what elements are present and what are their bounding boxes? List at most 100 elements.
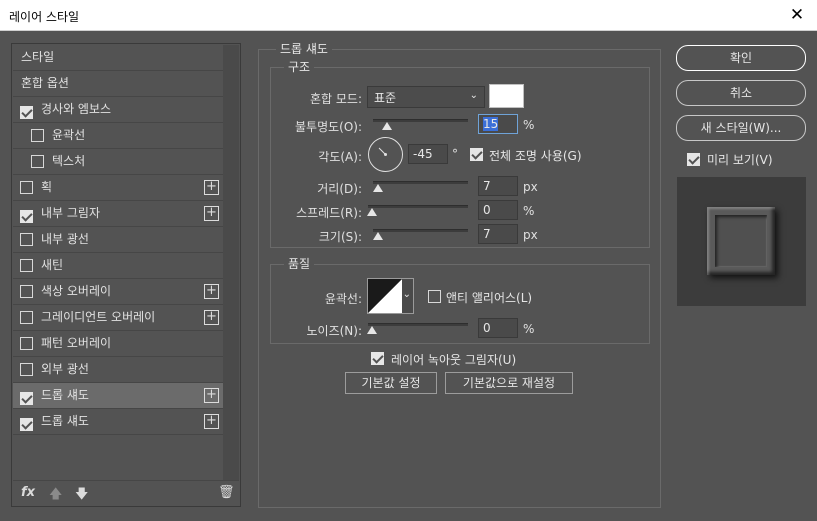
add-icon[interactable]: + — [204, 414, 219, 429]
size-unit: px — [523, 228, 538, 242]
spread-unit: % — [523, 204, 535, 218]
preview-swatch — [707, 207, 775, 275]
size-input[interactable]: 7 — [478, 224, 518, 244]
opacity-input[interactable]: 15 — [478, 114, 518, 134]
angle-input[interactable]: -45 — [408, 144, 448, 164]
styles-scrollbar[interactable] — [223, 45, 239, 480]
style-item-checkbox[interactable] — [20, 418, 33, 431]
opacity-unit: % — [523, 118, 535, 132]
distance-input[interactable]: 7 — [478, 176, 518, 196]
styles-list: 스타일혼합 옵션경사와 엠보스윤곽선텍스처획 + 내부 그림자 + 내부 광선새틴색상 … — [13, 45, 223, 435]
style-item[interactable]: 색상 오버레이 + — [13, 279, 223, 305]
ok-button[interactable]: 확인 — [676, 45, 806, 71]
style-item[interactable]: 텍스처 — [13, 149, 223, 175]
contour-picker[interactable]: ⌄ — [367, 278, 414, 314]
style-item-checkbox[interactable] — [20, 106, 33, 119]
move-down-icon[interactable]: 🡇 — [75, 485, 88, 507]
move-up-icon[interactable]: 🡅 — [49, 485, 62, 507]
spread-label: 스프레드(R): — [296, 206, 362, 220]
style-item-checkbox[interactable] — [31, 129, 44, 142]
structure-legend: 구조 — [284, 58, 315, 75]
style-item[interactable]: 윤곽선 — [13, 123, 223, 149]
angle-unit: ° — [452, 147, 458, 161]
knockout-label[interactable]: 레이어 녹아웃 그림자(U) — [391, 351, 516, 368]
style-item-label: 경사와 엠보스 — [41, 102, 112, 116]
style-item-checkbox[interactable] — [20, 285, 33, 298]
section-title: 드롭 섀도 — [276, 40, 332, 57]
styles-panel: 스타일혼합 옵션경사와 엠보스윤곽선텍스처획 + 내부 그림자 + 내부 광선새틴색상 … — [11, 43, 241, 507]
blend-mode-select[interactable]: 표준 ⌄ — [367, 86, 485, 108]
style-item-label: 드롭 섀도 — [41, 414, 89, 428]
style-item-checkbox[interactable] — [20, 181, 33, 194]
spread-slider[interactable] — [368, 205, 468, 208]
style-item[interactable]: 새틴 — [13, 253, 223, 279]
angle-dial[interactable] — [368, 137, 403, 172]
style-item-label: 스타일 — [21, 50, 55, 64]
style-item[interactable]: 외부 광선 — [13, 357, 223, 383]
style-item-checkbox[interactable] — [20, 363, 33, 376]
style-item-label: 윤곽선 — [52, 128, 86, 142]
shadow-color-swatch[interactable] — [489, 84, 524, 108]
style-item-label: 혼합 옵션 — [21, 76, 69, 90]
make-default-button[interactable]: 기본값 설정 — [345, 372, 437, 394]
fx-icon[interactable]: fx — [21, 485, 35, 500]
style-item-checkbox[interactable] — [20, 210, 33, 223]
opacity-label: 불투명도(O): — [294, 120, 362, 134]
style-item-label: 외부 광선 — [41, 362, 89, 376]
blend-mode-value: 표준 — [374, 91, 397, 105]
size-label: 크기(S): — [318, 230, 362, 244]
chevron-down-icon: ⌄ — [469, 90, 478, 101]
add-icon[interactable]: + — [204, 388, 219, 403]
style-item-checkbox[interactable] — [20, 233, 33, 246]
noise-slider-thumb[interactable] — [367, 326, 377, 334]
preview-label[interactable]: 미리 보기(V) — [707, 151, 773, 168]
new-style-button[interactable]: 새 스타일(W)... — [676, 115, 806, 141]
style-item[interactable]: 획 + — [13, 175, 223, 201]
noise-label: 노이즈(N): — [306, 324, 362, 338]
style-item[interactable]: 패턴 오버레이 — [13, 331, 223, 357]
blend-mode-label: 혼합 모드: — [309, 92, 362, 106]
preview-checkbox[interactable] — [687, 153, 700, 166]
add-icon[interactable]: + — [204, 284, 219, 299]
noise-input[interactable]: 0 — [478, 318, 518, 338]
style-item-label: 텍스처 — [52, 154, 86, 168]
preview-inner — [715, 215, 767, 267]
style-item[interactable]: 그레이디언트 오버레이 + — [13, 305, 223, 331]
style-item-checkbox[interactable] — [31, 155, 44, 168]
antialias-checkbox[interactable] — [428, 290, 441, 303]
style-preview — [677, 177, 806, 306]
distance-slider-thumb[interactable] — [373, 184, 383, 192]
add-icon[interactable]: + — [204, 180, 219, 195]
noise-slider[interactable] — [368, 323, 468, 326]
style-item-checkbox[interactable] — [20, 311, 33, 324]
style-item[interactable]: 스타일 — [13, 45, 223, 71]
style-item-checkbox[interactable] — [20, 259, 33, 272]
opacity-slider-thumb[interactable] — [382, 122, 393, 130]
style-item[interactable]: 혼합 옵션 — [13, 71, 223, 97]
trash-icon[interactable]: 🗑 — [218, 485, 235, 500]
spread-input[interactable]: 0 — [478, 200, 518, 220]
style-item[interactable]: 드롭 섀도 + — [13, 383, 223, 409]
global-light-label[interactable]: 전체 조명 사용(G) — [489, 147, 582, 164]
distance-unit: px — [523, 180, 538, 194]
global-light-checkbox[interactable] — [470, 148, 483, 161]
noise-unit: % — [523, 322, 535, 336]
style-item[interactable]: 드롭 섀도 + — [13, 409, 223, 435]
add-icon[interactable]: + — [204, 310, 219, 325]
spread-slider-thumb[interactable] — [367, 208, 377, 216]
style-item-checkbox[interactable] — [20, 337, 33, 350]
knockout-checkbox[interactable] — [371, 352, 384, 365]
antialias-label[interactable]: 앤티 앨리어스(L) — [446, 289, 532, 306]
style-item-checkbox[interactable] — [20, 392, 33, 405]
size-slider[interactable] — [373, 229, 468, 232]
style-item[interactable]: 내부 광선 — [13, 227, 223, 253]
distance-slider[interactable] — [373, 181, 468, 184]
close-icon[interactable]: ✕ — [786, 4, 808, 26]
style-item[interactable]: 내부 그림자 + — [13, 201, 223, 227]
cancel-button[interactable]: 취소 — [676, 80, 806, 106]
size-slider-thumb[interactable] — [373, 232, 383, 240]
style-item[interactable]: 경사와 엠보스 — [13, 97, 223, 123]
add-icon[interactable]: + — [204, 206, 219, 221]
style-item-label: 새틴 — [41, 258, 64, 272]
reset-default-button[interactable]: 기본값으로 재설정 — [445, 372, 573, 394]
